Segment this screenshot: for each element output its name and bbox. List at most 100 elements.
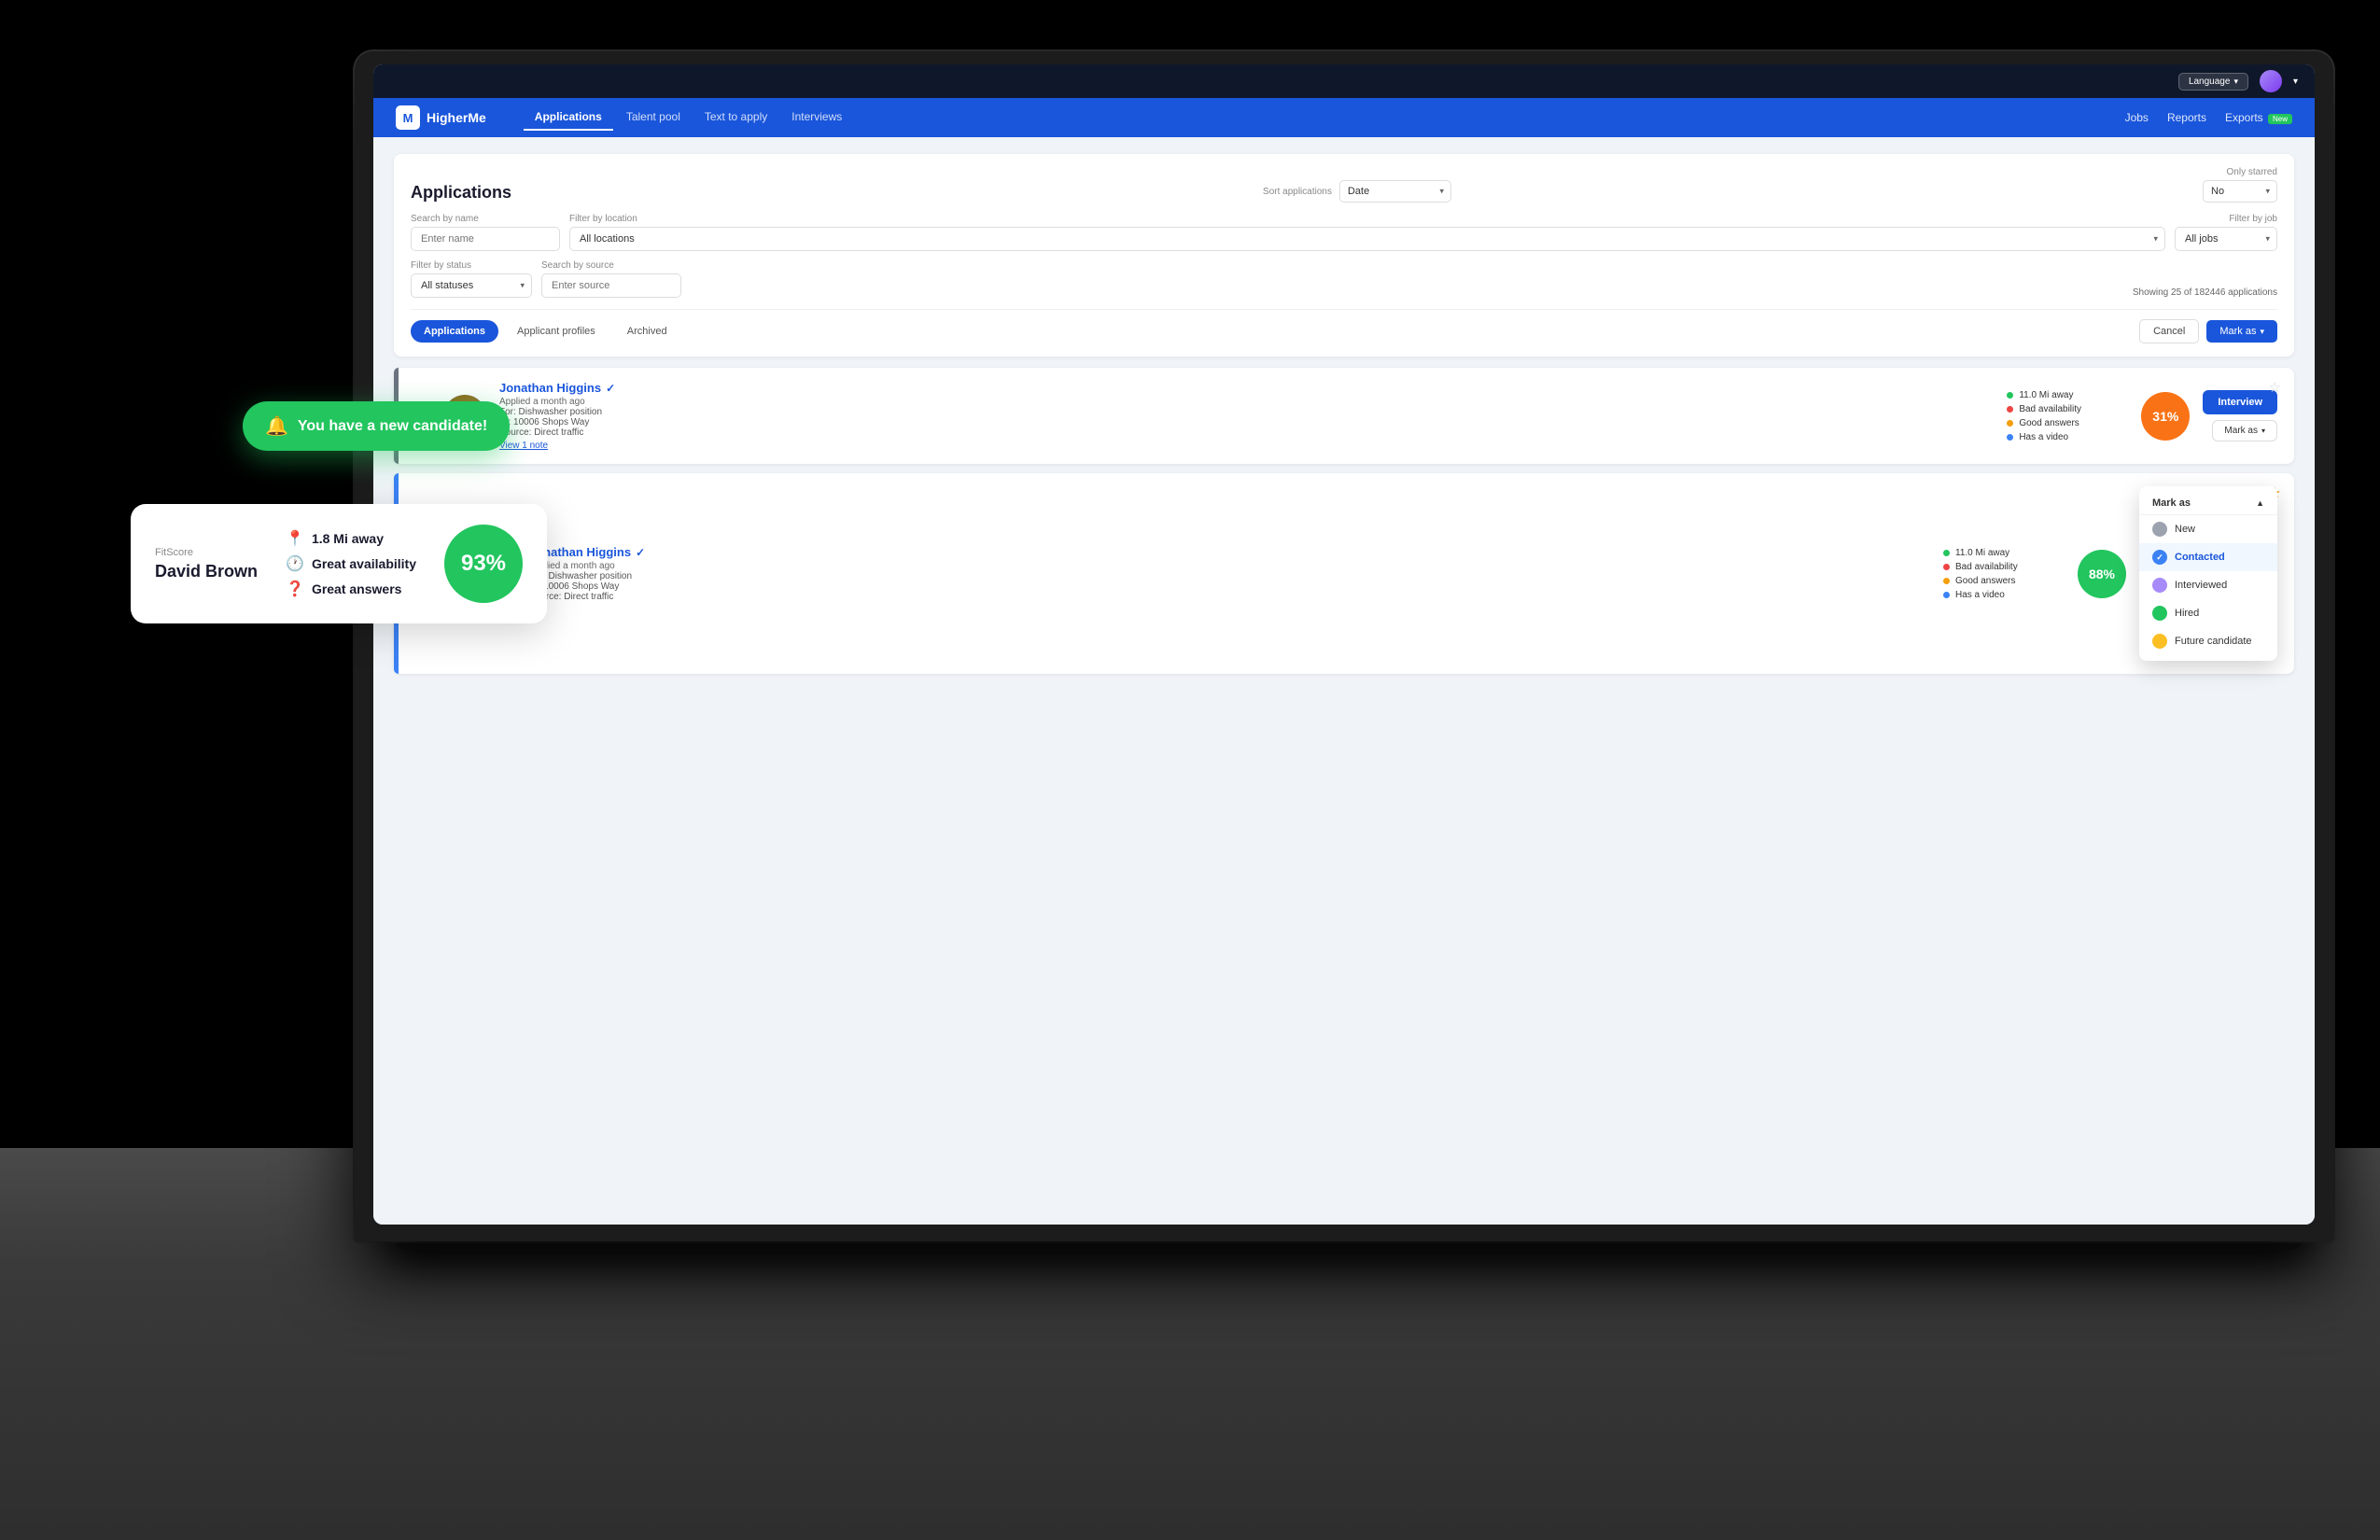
candidate-applied-2: Applied a month ago [529, 561, 1930, 571]
fitscore-big-badge: 93% [444, 525, 523, 603]
feature-answers: ❓Great answers [286, 580, 416, 598]
nav-right: Jobs Reports Exports New [2125, 111, 2292, 124]
fitscore-card-label: FitScore [155, 547, 258, 558]
mark-as-card-btn-1[interactable]: Mark as ▾ [2212, 420, 2277, 441]
notification-icon: 🔔 [265, 414, 288, 438]
candidate-tags-2: 11.0 Mi away Bad availability Good answe… [1943, 548, 2065, 600]
nav-tab-talent-pool[interactable]: Talent pool [615, 105, 692, 131]
dropdown-item-hired[interactable]: Hired [2139, 599, 2277, 627]
nav-tab-applications[interactable]: Applications [524, 105, 613, 131]
filters-card: Applications Sort applications Date ▾ On… [394, 154, 2294, 357]
filter-status-group: Filter by status All statuses ▾ [411, 260, 532, 298]
filter-location-select[interactable]: All locations ▾ [569, 227, 2165, 251]
cancel-button[interactable]: Cancel [2139, 319, 2199, 343]
verified-icon-2: ✓ [636, 546, 645, 559]
dropdown-item-future[interactable]: Future candidate [2139, 627, 2277, 655]
action-btns: Cancel Mark as ▾ [2139, 319, 2277, 343]
search-source-label: Search by source [541, 260, 2123, 271]
dropdown-item-interviewed[interactable]: Interviewed [2139, 571, 2277, 599]
sort-select-wrapper[interactable]: Date ▾ [1339, 180, 1451, 203]
sub-tab-applications[interactable]: Applications [411, 320, 498, 343]
tag-availability-1: Bad availability [2007, 404, 2128, 414]
candidate-position-1: For: Dishwasher position [499, 407, 1994, 417]
dropdown-item-contacted[interactable]: ✓Contacted [2139, 543, 2277, 571]
fitscore-card-name: David Brown [155, 562, 258, 581]
view-note-1[interactable]: View 1 note [499, 441, 1994, 451]
system-bar: Language ▾ ▾ [373, 64, 2315, 98]
user-dropdown-arrow[interactable]: ▾ [2293, 77, 2298, 87]
main-content: Applications Sort applications Date ▾ On… [373, 137, 2315, 1225]
tag-distance-1: 11.0 Mi away [2007, 390, 2128, 400]
tag-distance-2: 11.0 Mi away [1943, 548, 2065, 558]
sub-tab-applicant-profiles[interactable]: Applicant profiles [504, 320, 609, 343]
search-source-group: Search by source [541, 260, 2123, 298]
mark-as-button[interactable]: Mark as ▾ [2206, 320, 2277, 343]
location-icon: 📍 [286, 529, 304, 548]
search-source-input[interactable] [541, 273, 681, 298]
notification-text: You have a new candidate! [298, 418, 487, 435]
filter-status-label: Filter by status [411, 260, 532, 271]
sort-group: Sort applications Date ▾ [530, 180, 2184, 203]
screen-bezel: Language ▾ ▾ M HigherMe Applications [373, 64, 2315, 1225]
only-starred-label: Only starred [2227, 167, 2277, 177]
candidate-card-1: NEW Jonathan Higgins ✓ Applied a month a… [394, 368, 2294, 464]
sub-tab-archived[interactable]: Archived [614, 320, 680, 343]
filter-row-3: Filter by status All statuses ▾ Search b… [411, 260, 2277, 298]
star-1[interactable]: ☆ [2269, 379, 2281, 396]
feature-availability: 🕐Great availability [286, 554, 416, 573]
nav-tab-interviews[interactable]: Interviews [780, 105, 853, 131]
logo-icon: M [396, 105, 420, 130]
language-button[interactable]: Language ▾ [2178, 73, 2248, 91]
candidate-name-2[interactable]: Jonathan Higgins ✓ [529, 545, 1930, 559]
filter-job-group: Filter by job All jobs ▾ [2175, 214, 2277, 251]
only-starred-select[interactable]: No ▾ [2203, 180, 2277, 203]
sort-label: Sort applications [1263, 187, 1332, 197]
feature-distance: 📍1.8 Mi away [286, 529, 416, 548]
user-avatar[interactable] [2260, 70, 2282, 92]
tag-answers-1: Good answers [2007, 418, 2128, 428]
filter-job-label: Filter by job [2229, 214, 2277, 224]
interview-button-1[interactable]: Interview [2203, 390, 2277, 414]
nav-tab-text-to-apply[interactable]: Text to apply [693, 105, 778, 131]
candidate-source-1: Source: Direct traffic [499, 427, 1994, 438]
nav-jobs[interactable]: Jobs [2125, 111, 2149, 124]
only-starred-group: Only starred No ▾ [2203, 167, 2277, 203]
tag-video-2: Has a video [1943, 590, 2065, 600]
mark-as-dropdown: Mark as ▲ New ✓Contacted I [2139, 486, 2277, 661]
candidate-location-1: At: 10006 Shops Way [499, 417, 1994, 427]
filter-status-select[interactable]: All statuses ▾ [411, 273, 532, 298]
search-name-input[interactable] [411, 227, 560, 251]
card-actions-1: Interview Mark as ▾ [2203, 390, 2277, 441]
candidate-info-1: Jonathan Higgins ✓ Applied a month ago F… [499, 381, 1994, 451]
filter-job-select[interactable]: All jobs ▾ [2175, 227, 2277, 251]
nav-exports[interactable]: Exports New [2225, 111, 2292, 124]
filter-location-label: Filter by location [569, 214, 2165, 224]
card-actions-2: Mark as ▲ New ✓Contacted I [2139, 486, 2277, 661]
fitscore-1: 31% [2141, 392, 2190, 441]
nav-reports[interactable]: Reports [2167, 111, 2206, 124]
laptop-lid: Language ▾ ▾ M HigherMe Applications [355, 51, 2333, 1241]
candidate-tags-1: 11.0 Mi away Bad availability Good answe… [2007, 390, 2128, 442]
candidate-location-2: At: 10006 Shops Way [529, 581, 1930, 592]
scene-container: Language ▾ ▾ M HigherMe Applications [0, 0, 2380, 1540]
answers-icon: ❓ [286, 580, 304, 598]
nav-bar: M HigherMe Applications Talent pool Text… [373, 98, 2315, 137]
filter-row-1: Applications Sort applications Date ▾ On… [411, 167, 2277, 203]
page-title: Applications [411, 183, 511, 203]
logo-text: HigherMe [427, 110, 486, 125]
screen-content: Language ▾ ▾ M HigherMe Applications [373, 64, 2315, 1225]
verified-icon-1: ✓ [606, 382, 615, 395]
search-name-label: Search by name [411, 214, 560, 224]
candidate-source-2: Source: Direct traffic [529, 592, 1930, 602]
nav-tabs: Applications Talent pool Text to apply I… [524, 105, 2125, 131]
mark-as-dropdown-header: Mark as ▲ [2139, 492, 2277, 515]
filter-location-group: Filter by location All locations ▾ [569, 214, 2165, 251]
candidate-info-2: Jonathan Higgins ✓ Applied a month ago F… [529, 545, 1930, 602]
dropdown-item-new[interactable]: New [2139, 515, 2277, 543]
logo[interactable]: M HigherMe [396, 105, 486, 130]
showing-text: Showing 25 of 182446 applications [2133, 287, 2277, 298]
candidate-name-1[interactable]: Jonathan Higgins ✓ [499, 381, 1994, 395]
notification-bubble: 🔔 You have a new candidate! [243, 401, 510, 451]
filter-row-2: Search by name Filter by location All lo… [411, 214, 2277, 251]
search-name-group: Search by name [411, 214, 560, 251]
